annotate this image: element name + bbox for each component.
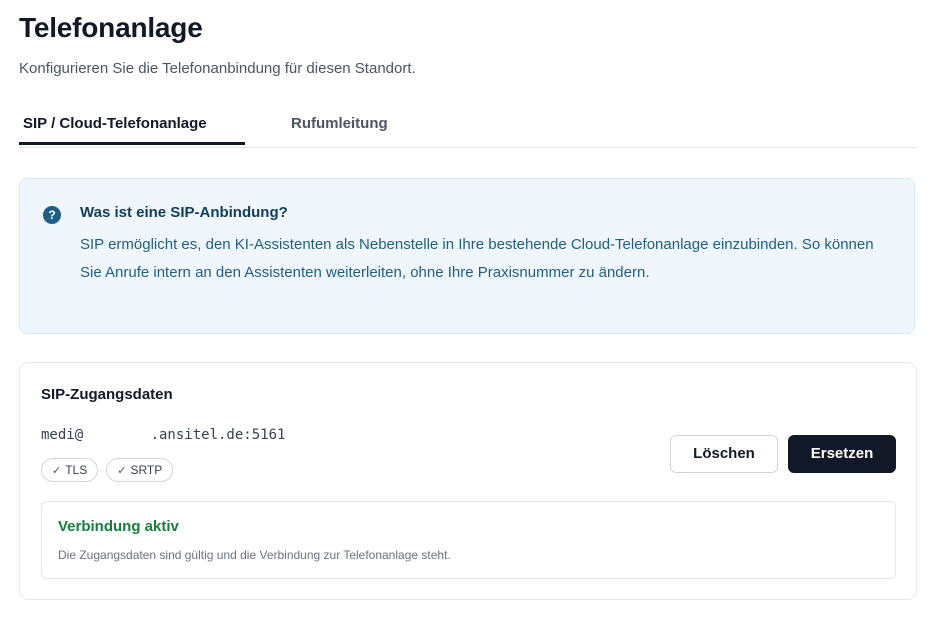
info-text: SIP ermöglicht es, den KI-Assistenten al… <box>80 236 874 281</box>
info-box: ? Was ist eine SIP-Anbindung? SIP ermögl… <box>19 178 915 334</box>
badge-label: TLS <box>65 463 88 477</box>
page-subtitle: Konfigurieren Sie die Telefonanbindung f… <box>19 60 416 77</box>
replace-button[interactable]: Ersetzen <box>788 435 896 473</box>
badge-group: ✓ TLS ✓ SRTP <box>41 458 181 482</box>
badge-srtp: ✓ SRTP <box>106 458 174 482</box>
sip-credentials-card: SIP-Zugangsdaten medi@ .ansitel.de:5161 … <box>19 362 917 600</box>
badge-tls: ✓ TLS <box>41 458 99 482</box>
tab-bar: SIP / Cloud-Telefonanlage Rufumleitung <box>19 104 917 148</box>
tab-rufumleitung[interactable]: Rufumleitung <box>291 104 388 145</box>
status-box: Verbindung aktiv Die Zugangsdaten sind g… <box>41 501 896 579</box>
check-icon: ✓ <box>117 465 127 477</box>
info-title: Was ist eine SIP-Anbindung? <box>80 204 288 221</box>
sip-address: medi@ .ansitel.de:5161 <box>41 427 286 443</box>
tab-sip-cloud[interactable]: SIP / Cloud-Telefonanlage <box>19 104 245 145</box>
question-circle-icon: ? <box>43 206 61 224</box>
status-text: Die Zugangsdaten sind gültig und die Ver… <box>58 548 451 562</box>
status-title: Verbindung aktiv <box>58 518 179 535</box>
page-title: Telefonanlage <box>19 12 203 43</box>
badge-label: SRTP <box>130 463 163 477</box>
card-title: SIP-Zugangsdaten <box>41 386 173 403</box>
check-icon: ✓ <box>52 465 62 477</box>
delete-button[interactable]: Löschen <box>670 435 778 473</box>
